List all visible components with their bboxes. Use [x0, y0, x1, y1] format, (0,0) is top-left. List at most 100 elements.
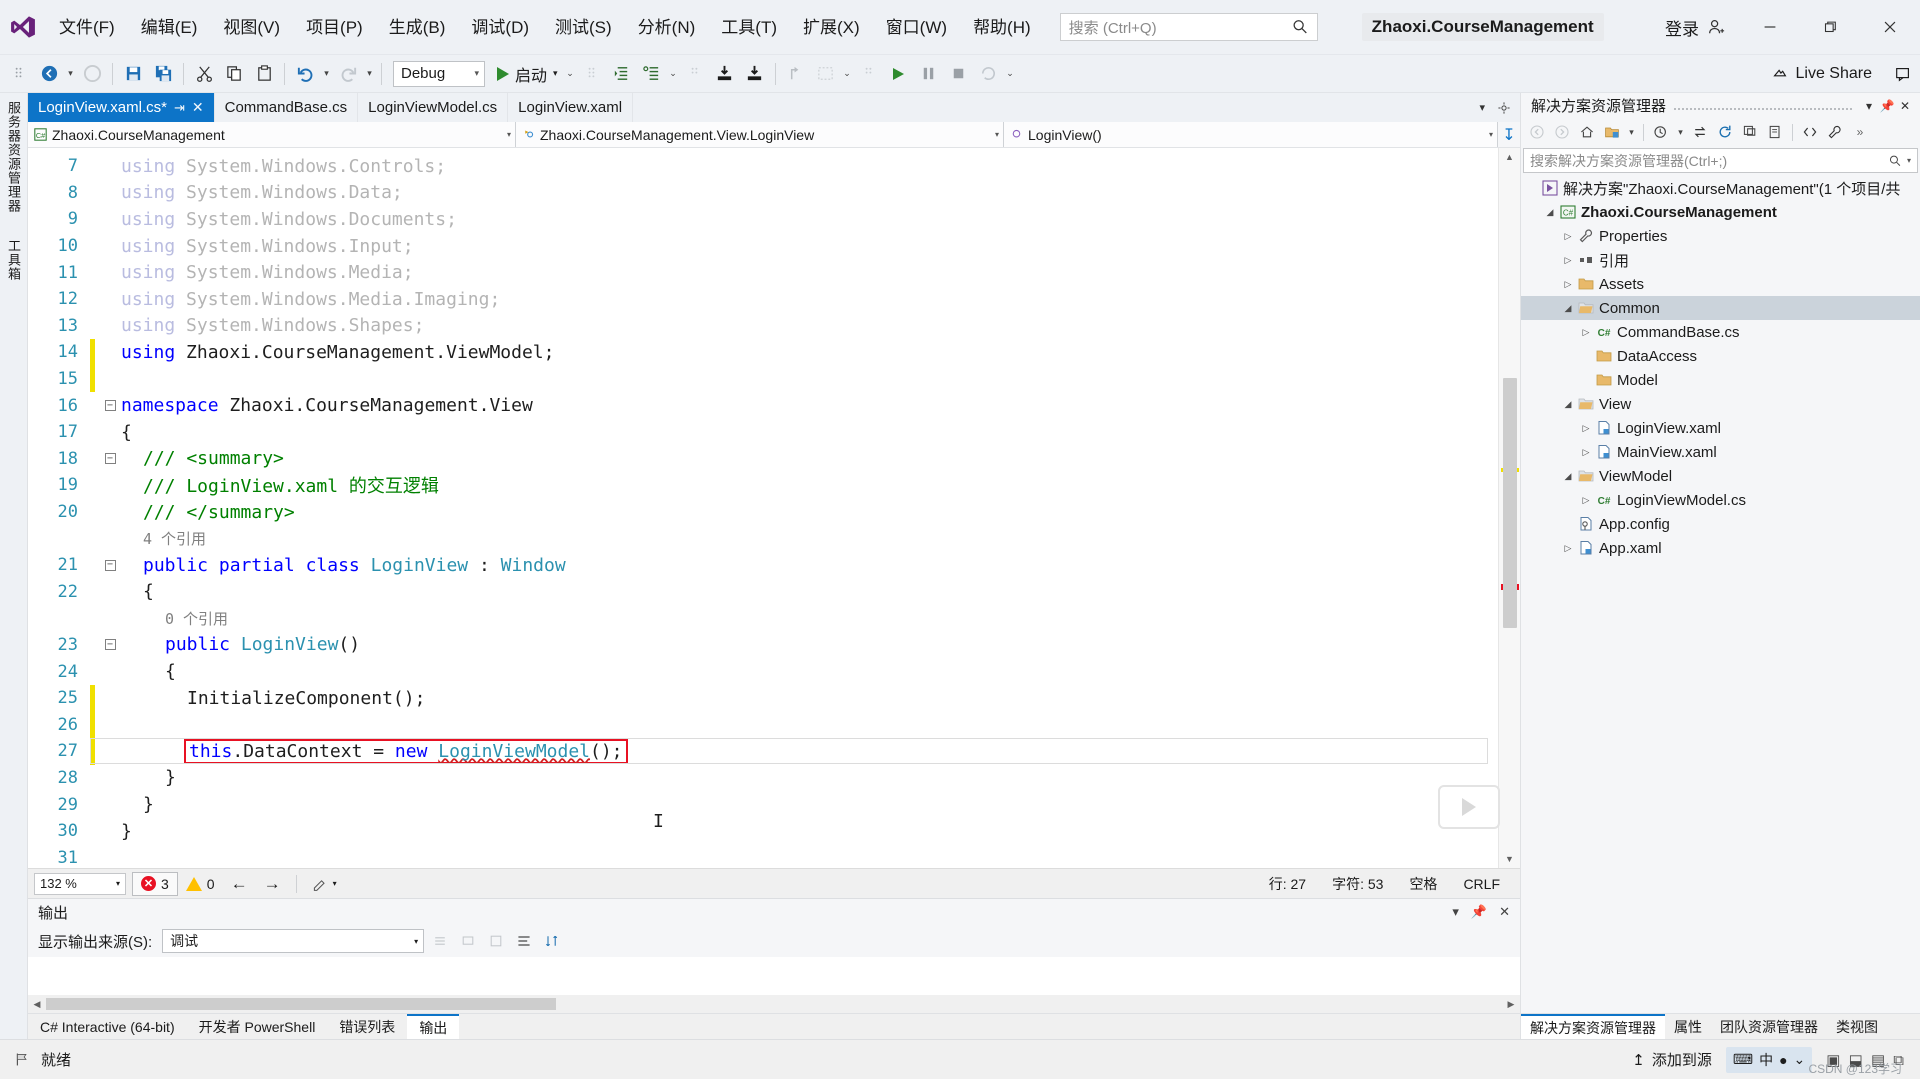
expander-arrow-icon[interactable]: ▷ — [1561, 543, 1575, 554]
pin-icon[interactable]: 📌 — [1471, 904, 1487, 920]
code-lines[interactable]: 7 using System.Windows.Controls; 8 using Sy… — [28, 148, 1498, 868]
toolbar-overflow-2[interactable]: ⌄ — [667, 57, 680, 91]
redo-button[interactable] — [333, 57, 363, 91]
outline-glyph[interactable]: − — [99, 559, 121, 571]
split-view-button[interactable]: ↧ — [1498, 122, 1520, 147]
expander-arrow-icon[interactable]: ▷ — [1579, 327, 1593, 338]
error-count-button[interactable]: ✕ 3 — [132, 871, 178, 896]
menu-build[interactable]: 生成(B) — [376, 0, 459, 55]
tree-item-0[interactable]: 解决方案"Zhaoxi.CourseManagement"(1 个项目/共 — [1521, 176, 1920, 200]
nav-back-button[interactable]: ← — [223, 872, 256, 896]
expander-arrow-icon[interactable]: ◢ — [1561, 471, 1575, 482]
tree-item-15[interactable]: ▷ App.xaml — [1521, 536, 1920, 560]
menu-file[interactable]: 文件(F) — [46, 0, 128, 55]
close-icon[interactable]: ✕ — [192, 99, 204, 116]
se-new-folder-dropdown[interactable]: ▾ — [1625, 120, 1638, 144]
code-line[interactable]: 28} — [28, 765, 1498, 792]
stop-button[interactable] — [944, 57, 974, 91]
menu-view[interactable]: 视图(V) — [210, 0, 293, 55]
collapse-toggle-icon[interactable]: − — [104, 639, 116, 651]
tree-item-5[interactable]: ◢ Common — [1521, 296, 1920, 320]
se-overflow-button[interactable]: » — [1848, 120, 1872, 144]
ime-indicator[interactable]: ⌨ 中 ● ⌄ — [1725, 1046, 1813, 1073]
se-forward-button[interactable] — [1550, 120, 1574, 144]
solution-explorer-search-input[interactable]: 搜索解决方案资源管理器(Ctrl+;) ▾ — [1523, 148, 1918, 173]
editor-vertical-scrollbar[interactable]: ▲ ▼ — [1498, 148, 1520, 868]
tab-properties[interactable]: 属性 — [1665, 1014, 1711, 1039]
toolbox-tab[interactable]: 工具箱 — [4, 239, 23, 281]
code-line[interactable]: 19 /// LoginView.xaml 的交互逻辑 — [28, 472, 1498, 499]
add-to-source-control-button[interactable]: ↥ 添加到源 — [1632, 1049, 1712, 1070]
sign-in-button[interactable]: 登录 — [1651, 15, 1740, 40]
expander-arrow-icon[interactable]: ▷ — [1561, 279, 1575, 290]
code-line[interactable]: 29} — [28, 791, 1498, 818]
hscrollbar-thumb[interactable] — [46, 998, 556, 1010]
pin-icon[interactable]: 📌 — [1878, 99, 1896, 113]
minimize-button[interactable] — [1740, 0, 1800, 55]
save-all-button[interactable] — [148, 57, 178, 91]
server-explorer-tab[interactable]: 服务器资源管理器 — [4, 101, 23, 213]
tree-item-4[interactable]: ▷ Assets — [1521, 272, 1920, 296]
code-line[interactable]: 0 个引用 — [28, 605, 1498, 632]
tree-item-13[interactable]: ▷ C# LoginViewModel.cs — [1521, 488, 1920, 512]
tab-csharp-interactive[interactable]: C# Interactive (64-bit) — [28, 1014, 187, 1039]
global-search-input[interactable]: 搜索 (Ctrl+Q) — [1059, 13, 1318, 41]
paste-button[interactable] — [249, 57, 279, 91]
toolbar-options-grip[interactable] — [4, 57, 34, 91]
scroll-left-arrow-icon[interactable]: ◀ — [28, 999, 46, 1010]
maximize-button[interactable] — [1800, 0, 1860, 55]
code-line[interactable]: 13 using System.Windows.Shapes; — [28, 313, 1498, 340]
step-over-button[interactable] — [710, 57, 740, 91]
pause-button[interactable] — [914, 57, 944, 91]
code-line[interactable]: 21 − public partial class LoginView : Wind… — [28, 552, 1498, 579]
redo-dropdown[interactable]: ▾ — [363, 57, 376, 91]
tab-developer-powershell[interactable]: 开发者 PowerShell — [187, 1014, 328, 1039]
se-view-code-button[interactable] — [1798, 120, 1822, 144]
live-share-button[interactable]: Live Share — [1757, 65, 1887, 83]
expander-arrow-icon[interactable]: ◢ — [1561, 303, 1575, 314]
zoom-level-combo[interactable]: 132 % ▾ — [34, 872, 126, 895]
code-line[interactable]: 24 { — [28, 658, 1498, 685]
outdent-button[interactable] — [637, 57, 667, 91]
se-new-folder-button[interactable] — [1600, 120, 1624, 144]
code-line[interactable]: 16 − namespace Zhaoxi.CourseManagement.Vie… — [28, 392, 1498, 419]
tab-commandbase-cs[interactable]: CommandBase.cs — [215, 93, 359, 122]
code-line[interactable]: 27 this.DataContext = new LoginViewModel(… — [28, 738, 1498, 765]
outline-glyph[interactable]: − — [99, 639, 121, 651]
start-overflow[interactable]: ⌄ — [564, 57, 577, 91]
se-pending-dropdown[interactable]: ▾ — [1674, 120, 1687, 144]
toolbar-overflow-4[interactable]: ⌄ — [1004, 57, 1017, 91]
scrollbar-thumb[interactable] — [1503, 378, 1517, 628]
code-line[interactable]: 4 个引用 — [28, 525, 1498, 552]
tree-item-9[interactable]: ◢ View — [1521, 392, 1920, 416]
menu-tools[interactable]: 工具(T) — [708, 0, 790, 55]
code-line[interactable]: 9 using System.Windows.Documents; — [28, 206, 1498, 233]
tab-loginview-xaml[interactable]: LoginView.xaml — [508, 93, 634, 122]
se-properties-button[interactable] — [1763, 120, 1787, 144]
navigate-forward-button[interactable] — [77, 57, 107, 91]
expander-arrow-icon[interactable]: ◢ — [1561, 399, 1575, 410]
undo-dropdown[interactable]: ▾ — [320, 57, 333, 91]
close-icon[interactable]: ✕ — [1499, 904, 1510, 920]
tree-item-12[interactable]: ◢ ViewModel — [1521, 464, 1920, 488]
output-text-area[interactable]: ◀ ▶ — [28, 957, 1520, 1013]
collapse-toggle-icon[interactable]: − — [104, 559, 116, 571]
scroll-right-arrow-icon[interactable]: ▶ — [1502, 999, 1520, 1010]
type-selector-combo[interactable]: Zhaoxi.CourseManagement.View.LoginView ▾ — [516, 122, 1004, 147]
start-debug-button[interactable]: 启动 ▾ — [491, 57, 564, 91]
project-selector-combo[interactable]: C# Zhaoxi.CourseManagement ▾ — [28, 122, 516, 147]
tab-error-list[interactable]: 错误列表 — [327, 1014, 407, 1039]
output-clear-button[interactable] — [456, 929, 480, 953]
tree-item-1[interactable]: ◢ C# Zhaoxi.CourseManagement — [1521, 200, 1920, 224]
code-line[interactable]: 26 — [28, 711, 1498, 739]
code-line[interactable]: 18 − /// <summary> — [28, 446, 1498, 473]
se-back-button[interactable] — [1525, 120, 1549, 144]
menu-project[interactable]: 项目(P) — [293, 0, 376, 55]
code-line[interactable]: 20 /// </summary> — [28, 499, 1498, 526]
member-selector-combo[interactable]: LoginView() ▾ — [1004, 122, 1498, 147]
cut-button[interactable] — [189, 57, 219, 91]
tab-team-explorer[interactable]: 团队资源管理器 — [1711, 1014, 1827, 1039]
code-editor[interactable]: 7 using System.Windows.Controls; 8 using Sy… — [28, 148, 1498, 868]
outline-glyph[interactable]: − — [99, 400, 121, 412]
se-pending-changes-button[interactable] — [1649, 120, 1673, 144]
